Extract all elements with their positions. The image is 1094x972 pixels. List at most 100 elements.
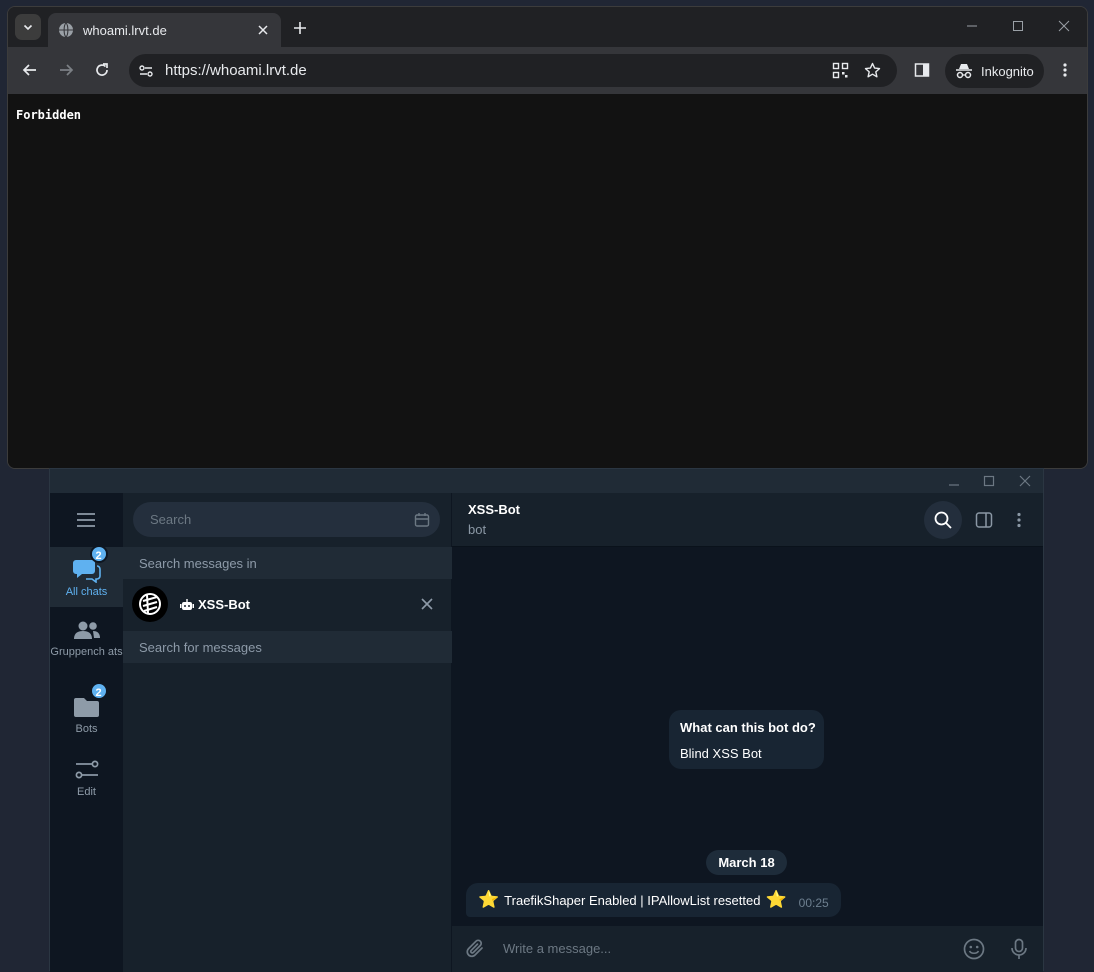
address-bar[interactable]: https://whoami.lrvt.de — [129, 54, 897, 87]
bot-info-title: What can this bot do? — [680, 720, 816, 735]
more-button[interactable] — [1000, 501, 1038, 539]
edit-folders-icon — [75, 760, 98, 779]
maximize-icon — [1013, 21, 1023, 31]
chat-list-panel: Search Search messages in XSS-Bot Search… — [123, 493, 452, 972]
side-panel-icon — [975, 512, 993, 528]
chat-header[interactable]: XSS-Bot bot — [452, 493, 1043, 547]
rail-item-label: Bots — [75, 723, 98, 735]
search-placeholder: Search — [150, 512, 192, 527]
forward-button[interactable] — [54, 58, 78, 82]
plus-icon — [294, 22, 306, 34]
star-icon[interactable] — [864, 62, 881, 79]
close-window-button[interactable] — [1049, 15, 1079, 37]
tab-title: whoami.lrvt.de — [83, 22, 167, 38]
message-time: 00:25 — [798, 896, 829, 910]
search-chat-chip[interactable]: XSS-Bot — [123, 579, 452, 631]
close-icon[interactable] — [420, 597, 434, 611]
more-vert-icon — [1063, 63, 1067, 77]
calendar-icon[interactable] — [414, 512, 430, 528]
reload-icon — [96, 63, 108, 76]
rail-item-bots[interactable]: 2 Bots — [50, 682, 123, 736]
incognito-indicator[interactable]: Inkognito — [945, 54, 1044, 88]
rail-item-gruppenchats[interactable]: Gruppench ats — [50, 617, 123, 659]
rail-item-label: Edit — [77, 786, 96, 798]
search-for-messages-header: Search for messages — [123, 631, 452, 663]
tab-search-button[interactable] — [15, 14, 41, 40]
message-bubble[interactable]: ⭐ TraefikShaper Enabled | IPAllowList re… — [466, 883, 841, 917]
chat-panel: XSS-Bot bot What can this bot do? Blind … — [452, 493, 1043, 972]
attach-button[interactable] — [464, 937, 488, 961]
reload-button[interactable] — [90, 58, 114, 82]
chat-name-text: XSS-Bot — [198, 597, 250, 612]
forward-icon — [60, 64, 74, 76]
browser-window: whoami.lrvt.de https://whoami.lrvt.de In… — [7, 6, 1088, 469]
group-icon — [73, 621, 100, 639]
minimize-button[interactable] — [957, 15, 987, 37]
page-viewport: Forbidden — [8, 94, 1087, 468]
bot-logo-icon — [139, 593, 161, 615]
emoji-button[interactable] — [962, 937, 986, 961]
rail-item-edit[interactable]: Edit — [50, 757, 123, 799]
telegram-window: 2 All chats Gruppench ats 2 Bots Edit Se… — [49, 468, 1044, 972]
unread-badge: 2 — [89, 682, 108, 700]
side-panel-icon — [914, 63, 930, 77]
rail-item-label: Gruppench ats — [50, 646, 123, 658]
incognito-icon — [956, 64, 972, 79]
browser-toolbar: https://whoami.lrvt.de Inkognito — [8, 47, 1087, 94]
browser-menu-button[interactable] — [1053, 58, 1077, 82]
maximize-button[interactable] — [1003, 15, 1033, 37]
message-input[interactable]: Write a message... — [503, 941, 611, 956]
avatar — [132, 586, 168, 622]
maximize-icon — [983, 475, 995, 487]
tg-close-button[interactable] — [1016, 472, 1034, 490]
close-icon — [1058, 20, 1070, 32]
bot-icon — [180, 598, 194, 610]
search-for-label: Search for messages — [139, 640, 262, 655]
minimize-icon — [949, 484, 959, 486]
search-input[interactable]: Search — [133, 502, 440, 537]
search-in-label: Search messages in — [139, 556, 257, 571]
minimize-icon — [967, 25, 977, 27]
emoji-icon — [963, 938, 985, 960]
telegram-titlebar — [50, 469, 1043, 493]
tab-strip: whoami.lrvt.de — [8, 7, 1087, 47]
star-emoji: ⭐ — [765, 890, 787, 909]
rail-item-all-chats[interactable]: 2 All chats — [50, 545, 123, 607]
close-icon — [1019, 475, 1031, 487]
toggle-sidebar-button[interactable] — [965, 501, 1003, 539]
back-icon — [22, 64, 36, 76]
site-settings-icon[interactable] — [138, 63, 154, 79]
back-button[interactable] — [18, 58, 42, 82]
tg-maximize-button[interactable] — [980, 472, 998, 490]
bot-info-text: Blind XSS Bot — [680, 746, 762, 761]
chevron-down-icon — [23, 24, 33, 31]
tab-close-button[interactable] — [255, 22, 271, 38]
chat-status: bot — [468, 522, 487, 537]
globe-icon — [59, 22, 73, 38]
compose-bar: Write a message... — [452, 926, 1043, 972]
url-text: https://whoami.lrvt.de — [165, 62, 307, 79]
page-body-text: Forbidden — [16, 108, 82, 122]
hamburger-menu-icon[interactable] — [75, 511, 97, 529]
rail-item-label: All chats — [65, 586, 108, 598]
search-icon — [934, 511, 952, 529]
chat-name: XSS-Bot — [180, 597, 250, 612]
qr-code-icon[interactable] — [832, 62, 849, 79]
more-vert-icon — [1017, 512, 1021, 528]
close-icon — [258, 25, 268, 35]
side-panel-button[interactable] — [910, 58, 934, 82]
incognito-label: Inkognito — [981, 63, 1034, 79]
search-button[interactable] — [924, 501, 962, 539]
microphone-icon — [1011, 938, 1027, 959]
date-separator: March 18 — [706, 850, 787, 875]
voice-button[interactable] — [1007, 937, 1031, 961]
browser-tab[interactable]: whoami.lrvt.de — [48, 13, 281, 47]
paperclip-icon — [466, 939, 483, 958]
new-tab-button[interactable] — [289, 17, 311, 39]
folder-rail: 2 All chats Gruppench ats 2 Bots Edit — [50, 493, 123, 972]
search-in-header: Search messages in — [123, 547, 452, 579]
message-text: TraefikShaper Enabled | IPAllowList rese… — [504, 892, 761, 908]
tg-minimize-button[interactable] — [945, 472, 963, 490]
unread-badge: 2 — [89, 545, 108, 563]
bot-info-card: What can this bot do? Blind XSS Bot — [669, 710, 824, 769]
